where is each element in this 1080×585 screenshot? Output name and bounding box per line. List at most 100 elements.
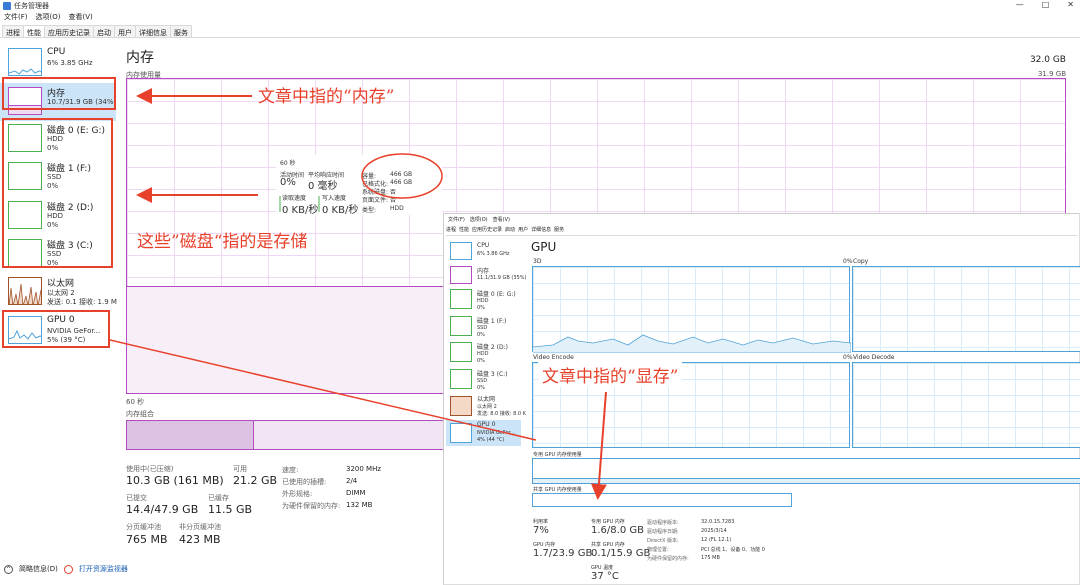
stat-available-label: 可用 — [233, 465, 247, 473]
page-title: 内存 — [126, 50, 154, 66]
gpu-inset-menu: 文件(F) 选项(O) 查看(V) — [448, 216, 510, 223]
stat-cached-value: 11.5 GB — [208, 503, 253, 516]
tab-bar: 进程 性能 应用历史记录 启动 用户 详细信息 服务 — [0, 25, 1080, 38]
brief-info-link[interactable]: 简略信息(D) — [19, 564, 58, 574]
gpu-side-disk0-type: HDD — [477, 298, 489, 304]
gpu-tab-processes[interactable]: 进程 — [446, 226, 456, 233]
menu-view[interactable]: 查看(V) — [68, 12, 92, 24]
gpu-driver-date-label: 驱动程序日期: — [647, 529, 679, 535]
disk-time-label: 60 秒 — [280, 160, 296, 167]
sidebar-item-throughput: 发送: 0.1 接收: 1.9 M — [47, 298, 117, 306]
gpu-menu-options[interactable]: 选项(O) — [470, 216, 488, 223]
gpu-memory-label: GPU 内存 — [533, 542, 556, 548]
engine-video-decode-label: Video Decode — [853, 354, 895, 361]
spec-form-label: 外形规格: — [282, 490, 313, 498]
tab-performance[interactable]: 性能 — [23, 25, 45, 37]
minimize-button[interactable]: — — [1016, 0, 1024, 9]
gpu-dedicated-label: 专用 GPU 内存 — [591, 519, 625, 525]
tab-processes[interactable]: 进程 — [2, 25, 24, 37]
stat-available-value: 21.2 GB — [233, 474, 278, 487]
gpu-side-memory[interactable]: 内存 — [477, 266, 489, 275]
engine-copy-graph — [852, 266, 1080, 352]
disk-formatted-value: 466 GB — [390, 179, 413, 186]
disk-detail-inset: 60 秒 活动时间 0% 平均响应时间 0 毫秒 读取速度 0 KB/秒 写入速… — [276, 155, 442, 216]
gpu-menu-view[interactable]: 查看(V) — [493, 216, 510, 223]
cpu-thumbnail — [8, 48, 42, 76]
annotation-disks: 这些”磁盘“指的是存储 — [137, 232, 308, 252]
gpu-dedicated-value: 1.6/8.0 GB — [591, 525, 644, 536]
gpu-side-ethernet[interactable]: 以太网 — [477, 394, 495, 403]
disk-capacity-value: 466 GB — [390, 171, 413, 178]
annotation-vram: 文章中指的“显存” — [538, 362, 683, 387]
dedicated-mem-label: 专用 GPU 内存使用量 — [533, 452, 582, 458]
gpu-reserved-value: 175 MB — [701, 555, 720, 561]
disk-pagefile-label: 页面文件: — [362, 197, 389, 204]
sidebar-item-label: CPU — [47, 47, 66, 57]
maximize-button[interactable]: □ — [1042, 0, 1050, 9]
gpu-tab-services[interactable]: 服务 — [554, 226, 564, 233]
gpu-tab-users[interactable]: 用户 — [518, 226, 528, 233]
resource-monitor-icon — [63, 564, 73, 574]
gpu-side-disk3-usage: 0% — [477, 385, 485, 391]
app-icon — [3, 2, 11, 10]
gpu-memory-value: 1.7/23.9 GB — [533, 548, 593, 559]
gpu-shared-value: 0.1/15.9 GB — [591, 548, 651, 559]
gpu-side-cpu-detail: 6% 3.86 GHz — [477, 251, 510, 257]
gpu-util-label: 利用率 — [533, 519, 549, 525]
gpu-shared-label: 共享 GPU 内存 — [591, 542, 625, 548]
open-resource-monitor-link[interactable]: 打开资源监视器 — [79, 564, 128, 574]
gpu-side-gpu-detail: NVIDIA GeFor... — [477, 430, 516, 436]
gpu-side-cpu[interactable]: CPU — [477, 242, 489, 249]
time-axis-label: 60 秒 — [126, 398, 145, 406]
tab-startup[interactable]: 启动 — [93, 25, 115, 37]
disk-active-value: 0% — [280, 177, 296, 188]
gpu-tab-performance[interactable]: 性能 — [459, 226, 469, 233]
spec-reserved-label: 为硬件保留的内存: — [282, 502, 341, 510]
stat-cached-label: 已缓存 — [208, 494, 229, 502]
gpu-side-ethernet-detail: 以太网 2 — [477, 404, 497, 410]
gpu-tab-startup[interactable]: 启动 — [505, 226, 515, 233]
gpu-directx-label: DirectX 版本: — [647, 538, 679, 544]
gpu-side-ethernet-throughput: 发送: 8.0 接收: 8.0 K — [477, 411, 526, 417]
gpu-side-disk2[interactable]: 磁盘 2 (D:) — [477, 342, 508, 351]
ethernet-thumbnail — [8, 277, 42, 305]
gpu-side-disk0[interactable]: 磁盘 0 (E: G:) — [477, 289, 516, 298]
disk-type-label: 类型: — [362, 207, 377, 214]
tab-users[interactable]: 用户 — [114, 25, 136, 37]
window-title: 任务管理器 — [14, 2, 49, 10]
annotation-memory: 文章中指的“内存” — [258, 87, 395, 107]
gpu-tab-details[interactable]: 详细信息 — [531, 226, 551, 233]
menu-bar: 文件(F) 选项(O) 查看(V) — [0, 12, 93, 24]
chevron-up-icon[interactable]: ^ — [4, 564, 13, 574]
gpu-side-disk1[interactable]: 磁盘 1 (F:) — [477, 316, 506, 325]
gpu-side-disk3[interactable]: 磁盘 3 (C:) — [477, 369, 508, 378]
memory-total: 32.0 GB — [1029, 55, 1066, 65]
gpu-location-value: PCI 总线 1、设备 0、功能 0 — [701, 547, 765, 553]
gpu-menu-file[interactable]: 文件(F) — [448, 216, 465, 223]
spec-slots-value: 2/4 — [346, 477, 358, 485]
stat-nonpaged-pool-label: 非分页缓冲池 — [179, 523, 221, 531]
spec-speed-value: 3200 MHz — [346, 465, 382, 473]
menu-file[interactable]: 文件(F) — [4, 12, 28, 24]
gpu-side-gpu[interactable]: GPU 0 — [477, 421, 495, 428]
stat-committed-value: 14.4/47.9 GB — [126, 503, 199, 516]
gpu-inset-tabs: 进程 性能 应用历史记录 启动 用户 详细信息 服务 — [446, 226, 1078, 236]
gpu-side-disk3-type: SSD — [477, 378, 488, 384]
close-button[interactable]: ✕ — [1067, 0, 1074, 9]
memory-usage-max: 31.9 GB — [1037, 70, 1066, 78]
sidebar-item-ethernet[interactable]: 以太网 以太网 2 发送: 0.1 接收: 1.9 M — [0, 273, 117, 311]
gpu-driver-version-value: 32.0.15.7283 — [701, 519, 735, 525]
gpu-reserved-label: 为硬件保留的内存: — [647, 556, 689, 562]
menu-options[interactable]: 选项(O) — [36, 12, 61, 24]
gpu-inset-screenshot: 文件(F) 选项(O) 查看(V) 进程 性能 应用历史记录 启动 用户 详细信… — [443, 213, 1080, 585]
stat-nonpaged-pool-value: 423 MB — [179, 533, 221, 546]
tab-details[interactable]: 详细信息 — [135, 25, 171, 37]
disk-write-value: 0 KB/秒 — [322, 205, 359, 216]
engine-3d-pct: 0% — [843, 258, 853, 265]
gpu-tab-app-history[interactable]: 应用历史记录 — [472, 226, 502, 233]
gpu-util-value: 7% — [533, 525, 549, 536]
disks-highlight-box — [2, 118, 113, 268]
tab-services[interactable]: 服务 — [170, 25, 192, 37]
spec-slots-label: 已使用的插槽: — [282, 478, 327, 486]
tab-app-history[interactable]: 应用历史记录 — [44, 25, 94, 37]
